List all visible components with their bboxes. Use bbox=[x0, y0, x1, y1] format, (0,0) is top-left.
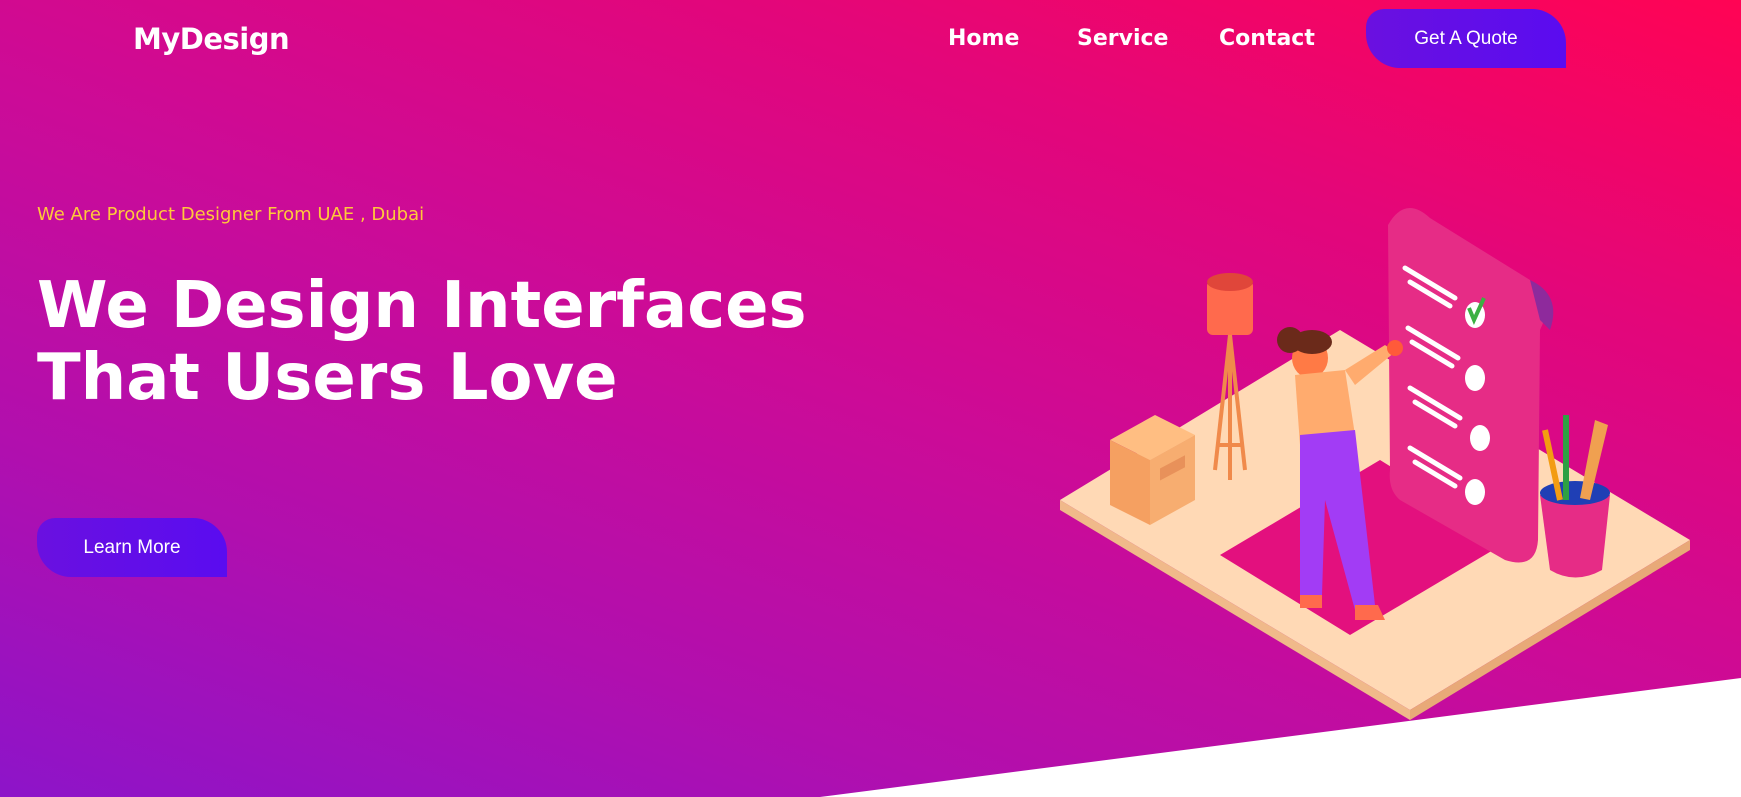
hero-headline: We Design Interfaces That Users Love bbox=[37, 269, 807, 415]
logo[interactable]: MyDesign bbox=[133, 22, 290, 56]
nav-home[interactable]: Home bbox=[948, 26, 1019, 51]
hero-section: MyDesign Home Service Contact Get A Quot… bbox=[0, 0, 1741, 797]
get-a-quote-button[interactable]: Get A Quote bbox=[1366, 9, 1566, 68]
nav-contact[interactable]: Contact bbox=[1219, 26, 1315, 51]
designer-checklist-illustration bbox=[1060, 208, 1690, 720]
hero-tagline: We Are Product Designer From UAE , Dubai bbox=[37, 204, 425, 225]
learn-more-button[interactable]: Learn More bbox=[37, 518, 227, 577]
nav-service[interactable]: Service bbox=[1077, 26, 1168, 51]
